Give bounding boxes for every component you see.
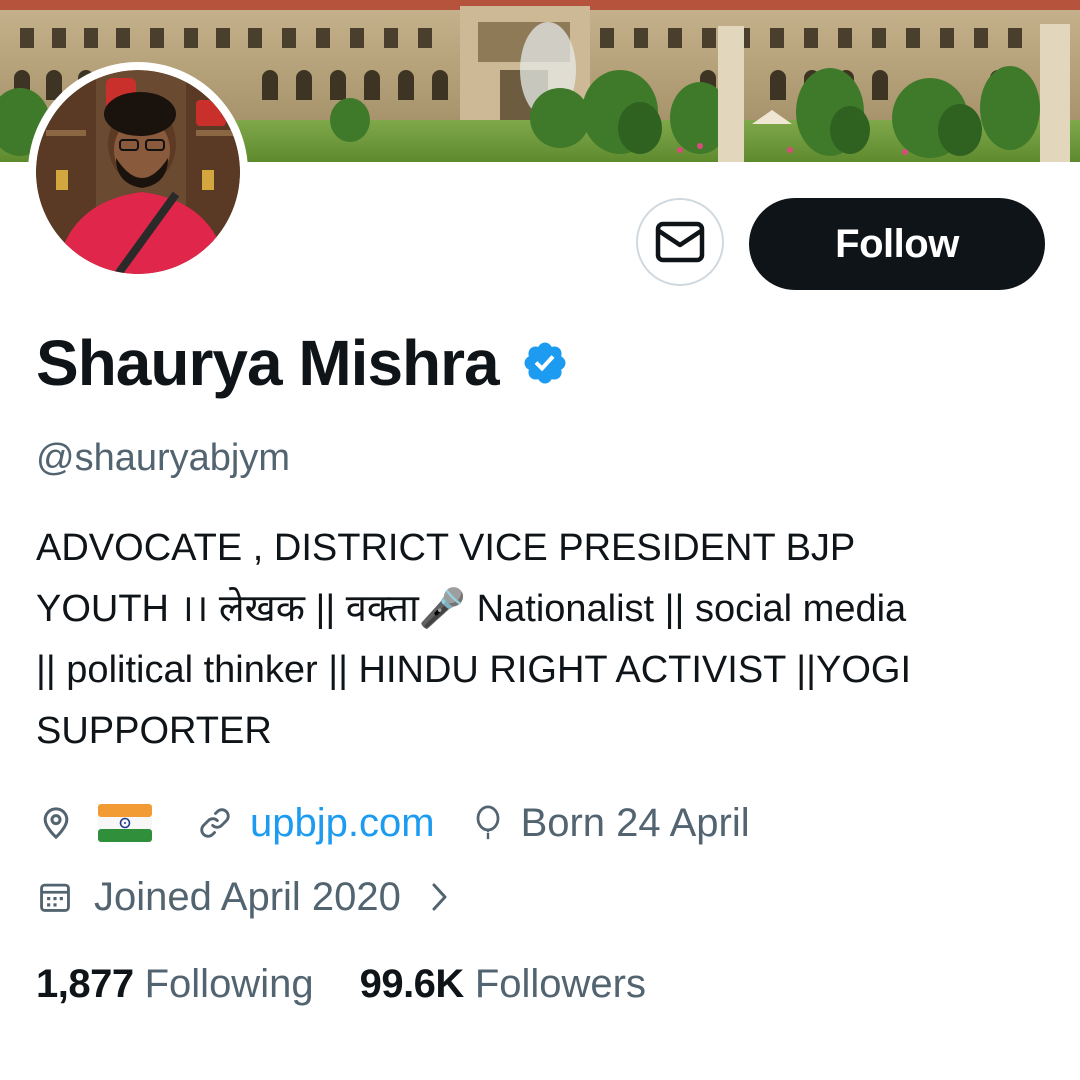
profile-name-row: Shaurya Mishra — [36, 325, 569, 401]
bio-line: ADVOCATE , DISTRICT VICE PRESIDENT BJP — [36, 527, 856, 569]
website-link-text[interactable]: upbjp.com — [250, 801, 435, 846]
calendar-icon — [36, 878, 74, 916]
envelope-icon — [655, 221, 705, 263]
following-link[interactable]: 1,877 Following — [36, 962, 314, 1007]
following-count: 1,877 — [36, 962, 134, 1006]
bio-line: YOUTH ।। लेखक || वक्ता🎤 Nationalist || s… — [36, 588, 907, 630]
profile-page: Follow Shaurya Mishra @shauryabjym ADVOC… — [0, 0, 1080, 1080]
profile-website-link[interactable]: upbjp.com — [196, 801, 435, 846]
bio-line: SUPPORTER — [36, 710, 272, 752]
followers-count: 99.6K — [359, 962, 465, 1006]
following-label: Following — [144, 962, 314, 1006]
joined-date-text: Joined April 2020 — [94, 874, 401, 919]
followers-label: Followers — [474, 962, 646, 1006]
profile-name: Shaurya Mishra — [36, 327, 500, 399]
profile-meta-row: upbjp.com Born 24 April — [36, 796, 750, 850]
profile-birthday: Born 24 April — [469, 801, 750, 846]
link-icon — [196, 804, 234, 842]
balloon-icon — [469, 803, 507, 843]
india-flag-icon — [98, 803, 152, 843]
verified-badge-icon[interactable] — [521, 339, 569, 387]
chevron-right-icon[interactable] — [429, 880, 451, 914]
followers-link[interactable]: 99.6K Followers — [360, 962, 646, 1007]
profile-stats: 1,877 Following 99.6K Followers — [36, 962, 646, 1007]
message-button[interactable] — [636, 198, 724, 286]
birthday-text: Born 24 April — [520, 800, 750, 845]
profile-bio: ADVOCATE , DISTRICT VICE PRESIDENT BJP Y… — [36, 518, 1046, 762]
follow-button[interactable]: Follow — [749, 198, 1045, 290]
bio-line: || political thinker || HINDU RIGHT ACTI… — [36, 649, 912, 691]
profile-handle: @shauryabjym — [36, 437, 290, 479]
location-pin-icon — [36, 803, 76, 843]
profile-joined-row[interactable]: Joined April 2020 — [36, 870, 451, 924]
profile-avatar[interactable] — [28, 62, 248, 282]
